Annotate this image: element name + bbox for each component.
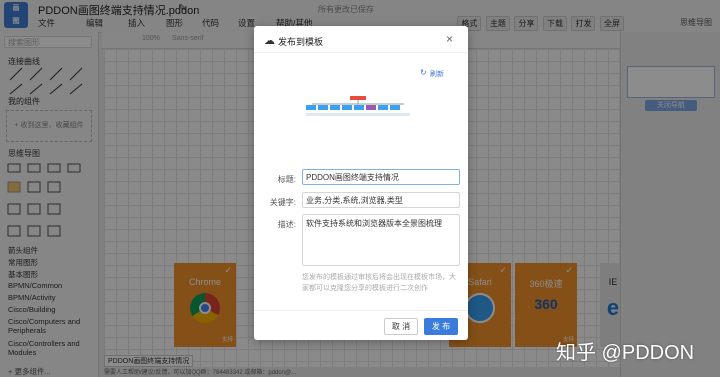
keywords-input[interactable]: 业务,分类,系统,浏览器,类型 xyxy=(302,192,460,208)
title-label: 标题: xyxy=(277,175,296,184)
cancel-button[interactable]: 取 消 xyxy=(384,318,418,335)
publish-template-dialog: ☁ 发布到模板 × ↻ 刷新 标题: PDDON画图终端支持情况 关键字: 业务… xyxy=(254,26,468,340)
divider xyxy=(254,310,468,311)
template-thumbnail xyxy=(306,96,410,116)
keywords-label: 关键字: xyxy=(269,198,296,207)
description-label: 描述: xyxy=(277,220,296,229)
refresh-icon[interactable]: ↻ xyxy=(420,68,427,77)
watermark: 知乎 @PDDON xyxy=(556,342,695,364)
publish-button[interactable]: 发 布 xyxy=(424,318,458,335)
description-textarea[interactable]: 软件支持系统和浏览器版本全景图梳理 xyxy=(302,214,460,266)
refresh-link[interactable]: 刷新 xyxy=(430,69,444,79)
dialog-title: 发布到模板 xyxy=(278,37,324,47)
cloud-upload-icon: ☁ xyxy=(264,35,275,47)
title-input[interactable]: PDDON画图终端支持情况 xyxy=(302,169,460,185)
close-icon[interactable]: × xyxy=(446,32,453,46)
divider xyxy=(254,52,468,53)
publish-notice: 您发布的模板通过审核后将会出现在模板市场，大家都可以克隆您分享的模板进行二次创作 xyxy=(302,274,456,292)
